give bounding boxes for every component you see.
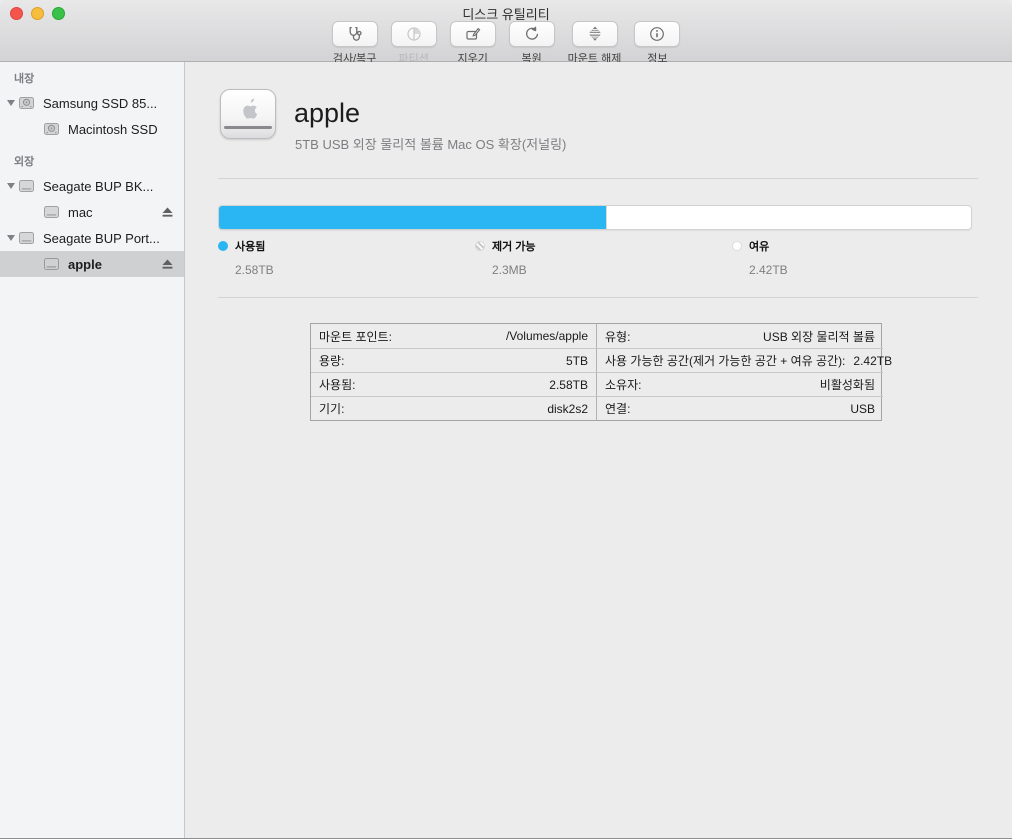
internal-drive-icon [43, 121, 60, 137]
legend-free-value: 2.42TB [749, 263, 788, 277]
legend-purgeable-label: 제거 가능 [492, 238, 536, 254]
external-drive-icon [43, 256, 60, 272]
used-value: 2.58TB [549, 378, 588, 392]
available-value: 2.42TB [853, 354, 892, 368]
mount-point-value: /Volumes/apple [506, 329, 588, 343]
legend-free-label: 여유 [749, 238, 769, 254]
sidebar-item-macintosh-ssd[interactable]: Macintosh SSD [0, 116, 184, 142]
apple-logo-icon [237, 97, 259, 123]
used-label: 사용됨: [319, 376, 355, 393]
info-button[interactable]: 정보 [634, 21, 680, 66]
table-row: 연결: USB [597, 396, 883, 420]
type-value: USB 외장 물리적 볼륨 [763, 328, 875, 345]
first-aid-icon [346, 25, 364, 43]
erase-icon [464, 25, 482, 43]
owner-value: 비활성화됨 [820, 376, 875, 393]
free-swatch-icon [732, 241, 742, 251]
usage-bar [218, 205, 972, 230]
unmount-icon [586, 25, 604, 43]
restore-icon [523, 25, 541, 43]
purgeable-swatch-icon [475, 241, 485, 251]
legend-purgeable: 제거 가능 2.3MB [475, 238, 536, 277]
volume-icon [220, 89, 276, 139]
legend-purgeable-value: 2.3MB [492, 263, 536, 277]
internal-drive-icon [18, 95, 35, 111]
separator [218, 178, 978, 179]
unmount-button[interactable]: 마운트 해제 [568, 21, 622, 66]
table-row: 기기: disk2s2 [311, 396, 597, 420]
restore-button[interactable]: 복원 [509, 21, 555, 66]
table-row: 유형: USB 외장 물리적 볼륨 [597, 324, 883, 348]
table-row: 용량: 5TB [311, 348, 597, 372]
legend-used-value: 2.58TB [235, 263, 274, 277]
device-value: disk2s2 [547, 402, 588, 416]
sidebar-section-internal: 내장 [14, 72, 184, 86]
disclosure-triangle-icon[interactable] [7, 183, 15, 189]
detail-table: 마운트 포인트: /Volumes/apple 유형: USB 외장 물리적 볼… [310, 323, 882, 421]
type-label: 유형: [605, 328, 630, 345]
disclosure-triangle-icon[interactable] [7, 235, 15, 241]
connection-label: 연결: [605, 400, 630, 417]
sidebar-section-external: 외장 [14, 155, 184, 169]
owner-label: 소유자: [605, 376, 641, 393]
usage-bar-used [219, 206, 607, 229]
table-row: 사용됨: 2.58TB [311, 372, 597, 396]
available-label: 사용 가능한 공간(제거 가능한 공간 + 여유 공간): [605, 352, 845, 369]
legend-used: 사용됨 2.58TB [218, 238, 274, 277]
eject-icon[interactable] [161, 258, 174, 271]
external-drive-icon [43, 204, 60, 220]
drive-slot [224, 126, 272, 129]
legend-used-label: 사용됨 [235, 238, 265, 254]
disk-utility-window: 디스크 유틸리티 검사/복구 [0, 0, 1012, 839]
capacity-value: 5TB [566, 354, 588, 368]
legend-free: 여유 2.42TB [732, 238, 788, 277]
external-drive-icon [18, 178, 35, 194]
eject-icon[interactable] [161, 206, 174, 219]
table-row: 사용 가능한 공간(제거 가능한 공간 + 여유 공간): 2.42TB [597, 348, 883, 372]
sidebar-item-seagate-port[interactable]: Seagate BUP Port... [0, 225, 184, 251]
separator [218, 297, 978, 298]
sidebar-item-label: apple [68, 257, 102, 272]
erase-button[interactable]: 지우기 [450, 21, 496, 66]
main-content: apple 5TB USB 외장 물리적 볼륨 Mac OS 확장(저널링) 사… [186, 62, 1012, 838]
first-aid-button[interactable]: 검사/복구 [332, 21, 378, 66]
sidebar: 내장 Samsung SSD 85... Macintosh SSD [0, 62, 185, 838]
partition-button[interactable]: 파티션 [391, 21, 437, 66]
sidebar-item-label: Macintosh SSD [68, 122, 158, 137]
sidebar-item-seagate-bk[interactable]: Seagate BUP BK... [0, 173, 184, 199]
connection-value: USB [850, 402, 875, 416]
volume-subtitle: 5TB USB 외장 물리적 볼륨 Mac OS 확장(저널링) [295, 134, 566, 153]
table-row: 마운트 포인트: /Volumes/apple [311, 324, 597, 348]
table-row: 소유자: 비활성화됨 [597, 372, 883, 396]
sidebar-item-samsung-ssd[interactable]: Samsung SSD 85... [0, 90, 184, 116]
partition-icon [405, 25, 423, 43]
sidebar-item-label: Samsung SSD 85... [43, 96, 157, 111]
external-drive-icon [18, 230, 35, 246]
info-icon [648, 25, 666, 43]
device-label: 기기: [319, 400, 344, 417]
disclosure-triangle-icon[interactable] [7, 100, 15, 106]
mount-point-label: 마운트 포인트: [319, 328, 392, 345]
sidebar-item-apple[interactable]: apple [0, 251, 184, 277]
volume-title: apple [294, 98, 360, 129]
used-swatch-icon [218, 241, 228, 251]
sidebar-item-mac[interactable]: mac [0, 199, 184, 225]
sidebar-item-label: Seagate BUP BK... [43, 179, 153, 194]
sidebar-item-label: Seagate BUP Port... [43, 231, 160, 246]
capacity-label: 용량: [319, 352, 344, 369]
sidebar-item-label: mac [68, 205, 93, 220]
titlebar: 디스크 유틸리티 검사/복구 [0, 0, 1012, 62]
toolbar: 검사/복구 파티션 지 [0, 21, 1012, 66]
